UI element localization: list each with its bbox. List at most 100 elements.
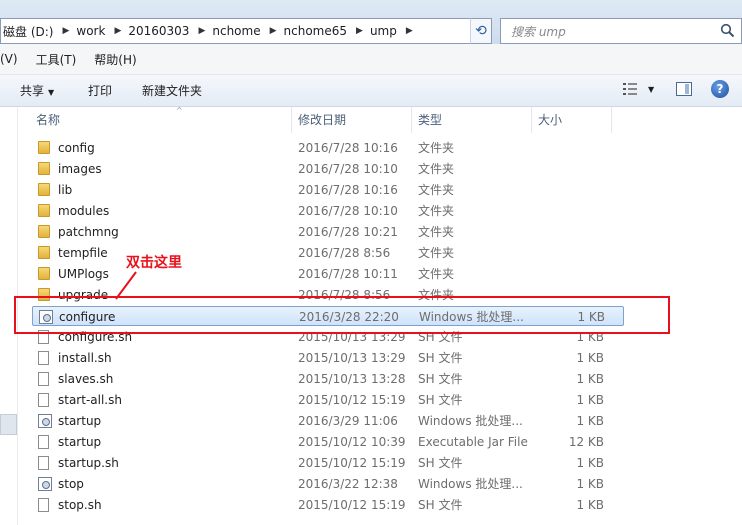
file-type: Windows 批处理... <box>418 477 523 491</box>
navigation-selected-item[interactable] <box>0 414 17 435</box>
file-modified-date: 2015/10/12 15:19 <box>298 498 406 512</box>
file-row[interactable]: startup 2016/3/29 11:06 Windows 批处理... 1 KB <box>32 411 624 431</box>
breadcrumb-separator-icon[interactable]: ▶ <box>109 26 126 36</box>
refresh-icon[interactable]: ⟲ <box>470 18 492 44</box>
file-modified-date: 2015/10/13 13:29 <box>298 330 406 344</box>
file-row[interactable]: stop 2016/3/22 12:38 Windows 批处理... 1 KB <box>32 474 624 494</box>
address-bar[interactable]: 磁盘 (D:) ▶ work ▶ 20160303 ▶ nchome ▶ nch… <box>0 18 492 44</box>
file-modified-date: 2016/7/28 10:11 <box>298 267 398 281</box>
sort-ascending-icon: ^ <box>176 106 183 115</box>
file-row[interactable]: config 2016/7/28 10:16 文件夹 <box>32 138 624 158</box>
folder-icon <box>38 141 50 154</box>
file-modified-date: 2016/3/22 12:38 <box>298 477 398 491</box>
file-modified-date: 2015/10/13 13:28 <box>298 372 406 386</box>
file-modified-date: 2015/10/13 13:29 <box>298 351 406 365</box>
file-name: stop.sh <box>58 498 102 512</box>
file-name: upgrade <box>58 288 109 302</box>
annotation-label: 双击这里 <box>126 255 182 271</box>
view-dropdown-icon[interactable]: ▼ <box>648 85 654 94</box>
file-row[interactable]: configure.sh 2015/10/13 13:29 SH 文件 1 KB <box>32 327 624 347</box>
breadcrumb-separator-icon[interactable]: ▶ <box>351 26 368 36</box>
breadcrumb-nchome65[interactable]: nchome65 <box>282 24 352 38</box>
file-row[interactable]: slaves.sh 2015/10/13 13:28 SH 文件 1 KB <box>32 369 624 389</box>
folder-icon <box>38 183 50 196</box>
help-icon[interactable]: ? <box>711 80 729 98</box>
print-button[interactable]: 打印 <box>88 82 112 99</box>
file-type: SH 文件 <box>418 330 463 344</box>
file-row[interactable]: install.sh 2015/10/13 13:29 SH 文件 1 KB <box>32 348 624 368</box>
breadcrumb-separator-icon[interactable]: ▶ <box>401 26 418 36</box>
preview-pane-icon[interactable] <box>676 82 692 96</box>
file-row[interactable]: patchmng 2016/7/28 10:21 文件夹 <box>32 222 624 242</box>
menu-bar: (V) 工具(T) 帮助(H) <box>0 44 742 75</box>
breadcrumb-separator-icon[interactable]: ▶ <box>265 26 282 36</box>
batch-file-icon <box>38 477 52 491</box>
file-name: configure.sh <box>58 330 133 344</box>
column-size-label: 大小 <box>538 113 563 127</box>
file-size: 12 KB <box>568 435 604 449</box>
search-icon[interactable] <box>720 23 735 38</box>
view-options-button[interactable]: ▼ <box>622 82 654 96</box>
file-name: slaves.sh <box>58 372 114 386</box>
folder-icon <box>38 246 50 259</box>
file-type: 文件夹 <box>418 225 455 239</box>
search-box[interactable] <box>500 18 742 44</box>
file-type: 文件夹 <box>418 246 455 260</box>
column-type[interactable]: 类型 <box>412 107 532 133</box>
folder-icon <box>38 267 50 280</box>
file-row[interactable]: UMPlogs 2016/7/28 10:11 文件夹 <box>32 264 624 284</box>
breadcrumb-nchome[interactable]: nchome <box>210 24 264 38</box>
menu-tools[interactable]: 工具(T) <box>36 51 87 68</box>
file-type: Windows 批处理... <box>419 310 524 324</box>
column-modified[interactable]: 修改日期 <box>292 107 412 133</box>
share-button[interactable]: 共享 ▼ <box>20 82 54 99</box>
breadcrumb-20160303[interactable]: 20160303 <box>126 24 193 38</box>
column-size[interactable]: 大小 <box>532 107 612 133</box>
file-name: stop <box>58 477 84 491</box>
folder-icon <box>38 288 50 301</box>
file-row[interactable]: startup.sh 2015/10/12 15:19 SH 文件 1 KB <box>32 453 624 473</box>
breadcrumb-work[interactable]: work <box>74 24 109 38</box>
file-modified-date: 2016/7/28 10:16 <box>298 141 398 155</box>
file-type: 文件夹 <box>418 162 455 176</box>
document-icon <box>38 435 49 449</box>
file-row[interactable]: modules 2016/7/28 10:10 文件夹 <box>32 201 624 221</box>
breadcrumb-separator-icon[interactable]: ▶ <box>57 26 74 36</box>
file-type: SH 文件 <box>418 456 463 470</box>
view-list-icon <box>623 83 637 95</box>
new-folder-button[interactable]: 新建文件夹 <box>142 82 202 99</box>
search-input[interactable] <box>509 20 713 44</box>
navigation-pane[interactable] <box>0 107 18 525</box>
file-row[interactable]: upgrade 2016/7/28 8:56 文件夹 <box>32 285 624 305</box>
file-row[interactable]: tempfile 2016/7/28 8:56 文件夹 <box>32 243 624 263</box>
breadcrumb-ump[interactable]: ump <box>368 24 401 38</box>
breadcrumb-separator-icon[interactable]: ▶ <box>193 26 210 36</box>
file-modified-date: 2016/7/28 8:56 <box>298 288 391 302</box>
menu-help[interactable]: 帮助(H) <box>94 51 146 68</box>
document-icon <box>38 351 49 365</box>
file-name: UMPlogs <box>58 267 109 281</box>
column-name-label: 名称 <box>36 113 61 127</box>
file-type: SH 文件 <box>418 372 463 386</box>
file-type: 文件夹 <box>418 288 455 302</box>
new-folder-label: 新建文件夹 <box>142 84 203 98</box>
file-row[interactable]: start-all.sh 2015/10/12 15:19 SH 文件 1 KB <box>32 390 624 410</box>
batch-file-icon <box>39 310 53 324</box>
file-type: 文件夹 <box>418 267 455 281</box>
file-row[interactable]: images 2016/7/28 10:10 文件夹 <box>32 159 624 179</box>
file-modified-date: 2015/10/12 15:19 <box>298 393 406 407</box>
share-label: 共享 <box>20 84 45 98</box>
file-row[interactable]: startup 2015/10/12 10:39 Executable Jar Fi… <box>32 432 624 452</box>
file-row[interactable]: stop.sh 2015/10/12 15:19 SH 文件 1 KB <box>32 495 624 515</box>
document-icon <box>38 393 49 407</box>
file-modified-date: 2016/3/28 22:20 <box>299 310 399 324</box>
menu-view[interactable]: (V) <box>0 52 28 66</box>
file-row[interactable]: configure 2016/3/28 22:20 Windows 批处理... 1 … <box>32 306 624 326</box>
address-bar-area: 磁盘 (D:) ▶ work ▶ 20160303 ▶ nchome ▶ nch… <box>0 0 742 44</box>
file-row[interactable]: lib 2016/7/28 10:16 文件夹 <box>32 180 624 200</box>
file-size: 1 KB <box>576 351 604 365</box>
column-name[interactable]: 名称 <box>30 107 292 133</box>
file-type: Windows 批处理... <box>418 414 523 428</box>
breadcrumb-drive[interactable]: 磁盘 (D:) <box>1 23 57 40</box>
file-type: SH 文件 <box>418 498 463 512</box>
